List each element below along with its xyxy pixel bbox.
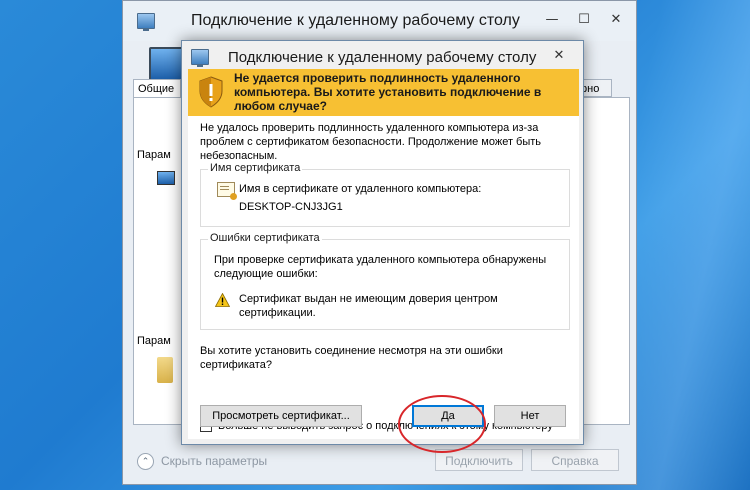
certificate-warning-dialog: Подключение к удаленному рабочему столу … xyxy=(181,40,584,445)
cert-name-group-label: Имя сертификата xyxy=(208,162,303,174)
warning-icon xyxy=(215,293,230,307)
dialog-title: Подключение к удаленному рабочему столу xyxy=(228,49,537,66)
banner-message: Не удается проверить подлинность удаленн… xyxy=(234,71,542,113)
certificate-icon xyxy=(217,182,237,200)
close-icon[interactable]: ✕ xyxy=(605,11,627,29)
yes-button[interactable]: Да xyxy=(412,405,484,427)
warning-banner: Не удается проверить подлинность удаленн… xyxy=(188,69,579,116)
close-icon[interactable]: ✕ xyxy=(545,45,573,67)
view-certificate-button[interactable]: Просмотреть сертификат... xyxy=(200,405,362,427)
dialog-content: Не удалось проверить подлинность удаленн… xyxy=(188,116,579,439)
cert-name-caption: Имя в сертификате от удаленного компьюте… xyxy=(239,183,482,195)
params-group-label: Парам xyxy=(137,149,171,161)
rdp-app-icon xyxy=(137,13,155,31)
cert-error-message: Сертификат выдан не имеющим доверия цент… xyxy=(239,293,498,319)
minimize-icon[interactable]: — xyxy=(541,11,563,29)
rdp-app-icon xyxy=(191,49,209,67)
cert-errors-group-label: Ошибки сертификата xyxy=(208,232,322,244)
main-window-titlebar: Подключение к удаленному рабочему столу … xyxy=(123,1,636,41)
cert-errors-group: Ошибки сертификата При проверке сертифик… xyxy=(200,232,570,330)
help-button[interactable]: Справка xyxy=(531,449,619,471)
no-button[interactable]: Нет xyxy=(494,405,566,427)
connect-button[interactable]: Подключить xyxy=(435,449,523,471)
main-window-footer: ⌃ Скрыть параметры Подключить Справка xyxy=(123,441,636,481)
folder-icon xyxy=(157,357,173,383)
cert-name-group: Имя сертификата Имя в сертификате от уда… xyxy=(200,162,570,227)
monitor-icon xyxy=(157,171,175,185)
main-window-title: Подключение к удаленному рабочему столу xyxy=(191,12,520,29)
shield-warning-icon xyxy=(199,76,223,108)
maximize-icon[interactable]: ☐ xyxy=(573,11,595,29)
tab-general[interactable]: Общие xyxy=(133,79,181,97)
params-group-label-2: Парам xyxy=(137,335,171,347)
connect-question: Вы хотите установить соединение несмотря… xyxy=(200,345,503,371)
chevron-up-icon[interactable]: ⌃ xyxy=(137,453,154,470)
cert-errors-intro: При проверке сертификата удаленного комп… xyxy=(214,254,547,280)
hide-params-link[interactable]: Скрыть параметры xyxy=(161,454,267,468)
intro-text: Не удалось проверить подлинность удаленн… xyxy=(200,122,542,162)
cert-name-value: DESKTOP-CNJ3JG1 xyxy=(239,201,343,213)
